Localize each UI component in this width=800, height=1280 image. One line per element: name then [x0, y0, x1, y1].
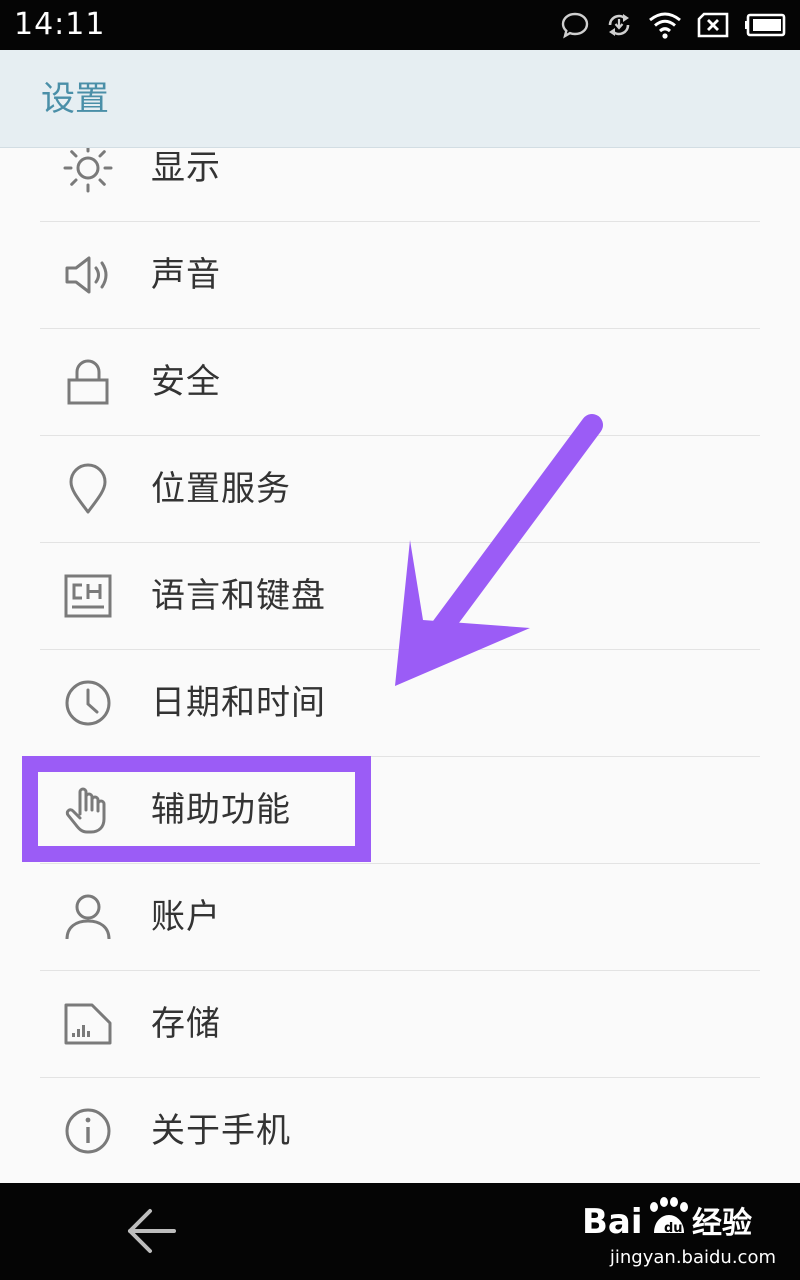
settings-list[interactable]: 显示 声音 安全 位置服务 语言和键盘 日期和时间 辅助功能 账户 存储 关于手… [0, 148, 800, 1183]
app-header: 设置 [0, 50, 800, 148]
settings-item-label: 存储 [151, 1004, 221, 1044]
settings-item-display[interactable]: 显示 [0, 148, 800, 222]
settings-item-location[interactable]: 位置服务 [0, 436, 800, 543]
person-icon [62, 891, 114, 943]
page-title: 设置 [41, 79, 109, 119]
info-icon [62, 1105, 114, 1157]
settings-item-label: 安全 [151, 362, 221, 402]
settings-item-label: 语言和键盘 [151, 576, 326, 616]
clock-icon [62, 677, 114, 729]
settings-item-sound[interactable]: 声音 [0, 222, 800, 329]
settings-item-label: 辅助功能 [151, 790, 291, 830]
settings-item-label: 日期和时间 [151, 683, 326, 723]
settings-item-label: 显示 [151, 148, 221, 188]
language-keyboard-icon [62, 570, 114, 622]
back-button[interactable] [120, 1205, 182, 1257]
status-bar: 14:11 [0, 0, 800, 50]
watermark: Bai du 经验 jingyan.baidu.com [582, 1193, 782, 1273]
settings-item-label: 关于手机 [151, 1111, 291, 1151]
screen: 14:11 设置 显示 声音 安全 位置服务 语言和键盘 日期和时间 辅助功能 … [0, 0, 800, 1280]
status-icons [560, 8, 788, 42]
settings-item-label: 位置服务 [151, 469, 291, 509]
battery-icon [745, 13, 786, 37]
hand-pointer-icon [62, 784, 114, 836]
svg-text:Bai: Bai [582, 1202, 643, 1242]
settings-item-about-phone[interactable]: 关于手机 [0, 1078, 800, 1183]
back-arrow-icon [128, 1209, 176, 1253]
settings-item-label: 声音 [151, 255, 221, 295]
svg-text:du: du [664, 1221, 683, 1236]
speaker-icon [62, 249, 114, 301]
settings-item-label: 账户 [151, 897, 221, 937]
watermark-url: jingyan.baidu.com [609, 1247, 776, 1268]
settings-item-security[interactable]: 安全 [0, 329, 800, 436]
settings-item-accessibility[interactable]: 辅助功能 [0, 757, 800, 864]
settings-item-storage[interactable]: 存储 [0, 971, 800, 1078]
settings-item-account[interactable]: 账户 [0, 864, 800, 971]
sd-card-icon [62, 998, 114, 1050]
sync-icon [608, 14, 630, 36]
lock-icon [62, 356, 114, 408]
baidu-jingyan-logo: Bai du 经验 [582, 1197, 752, 1242]
navigation-bar: Bai du 经验 jingyan.baidu.com [0, 1183, 800, 1280]
no-sim-icon [697, 12, 729, 38]
svg-text:经验: 经验 [692, 1206, 752, 1241]
location-pin-icon [62, 463, 114, 515]
wifi-icon [649, 12, 681, 39]
status-time: 14:11 [14, 7, 106, 42]
settings-item-language-keyboard[interactable]: 语言和键盘 [0, 543, 800, 650]
chat-bubble-icon [561, 12, 589, 39]
settings-item-date-time[interactable]: 日期和时间 [0, 650, 800, 757]
brightness-icon [62, 148, 114, 194]
